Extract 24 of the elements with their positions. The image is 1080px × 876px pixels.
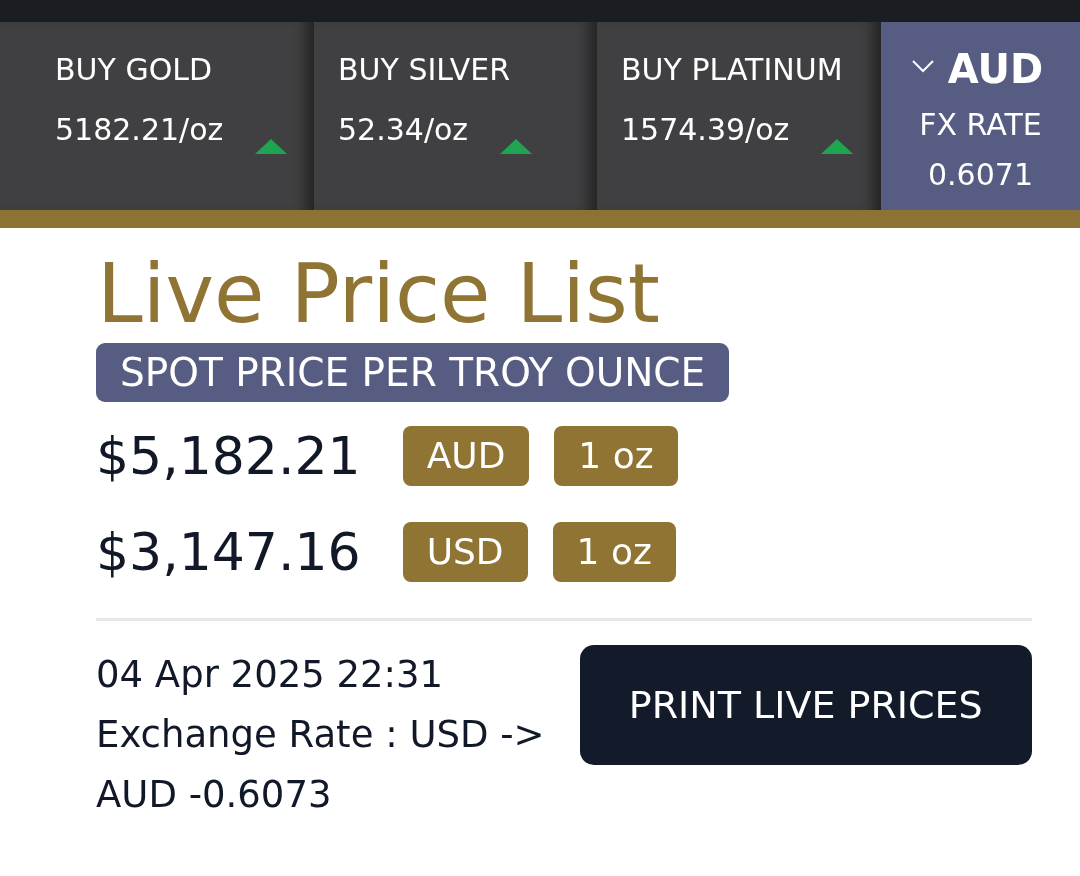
metal-price: 52.34/oz [338,112,469,148]
unit-tag: 1 oz [552,522,676,582]
metal-price-tile[interactable]: BUY SILVER 52.34/oz [314,22,597,210]
fx-rate-value: 0.6071 [928,157,1033,193]
chevron-down-icon [911,59,934,73]
update-timestamp: 04 Apr 2025 22:31 [96,652,445,698]
currency-selector[interactable]: AUD [911,45,1044,93]
exchange-rate-text: Exchange Rate : USD -> AUD -0.6073 [96,712,546,818]
print-prices-button[interactable]: PRINT LIVE PRICES [579,645,1032,765]
metal-label: BUY SILVER [338,52,511,88]
spot-price: $5,182.21 [96,426,361,486]
subtitle-banner: SPOT PRICE PER TROY OUNCE [96,343,730,402]
metal-price-tile[interactable]: BUY PLATINUM 1574.39/oz [597,22,881,210]
metal-price: 1574.39/oz [621,112,790,148]
metal-label: BUY GOLD [55,52,213,88]
metal-price: 5182.21/oz [55,112,224,148]
unit-tag: 1 oz [554,426,678,486]
metal-label: BUY PLATINUM [621,52,843,88]
page-title: Live Price List [97,246,661,342]
currency-tag: USD [402,522,528,582]
currency-tag: AUD [402,426,530,486]
spot-price: $3,147.16 [96,522,361,582]
fx-rate-label: FX RATE [919,107,1042,143]
metal-price-tile[interactable]: BUY GOLD 5182.21/oz [0,22,314,210]
